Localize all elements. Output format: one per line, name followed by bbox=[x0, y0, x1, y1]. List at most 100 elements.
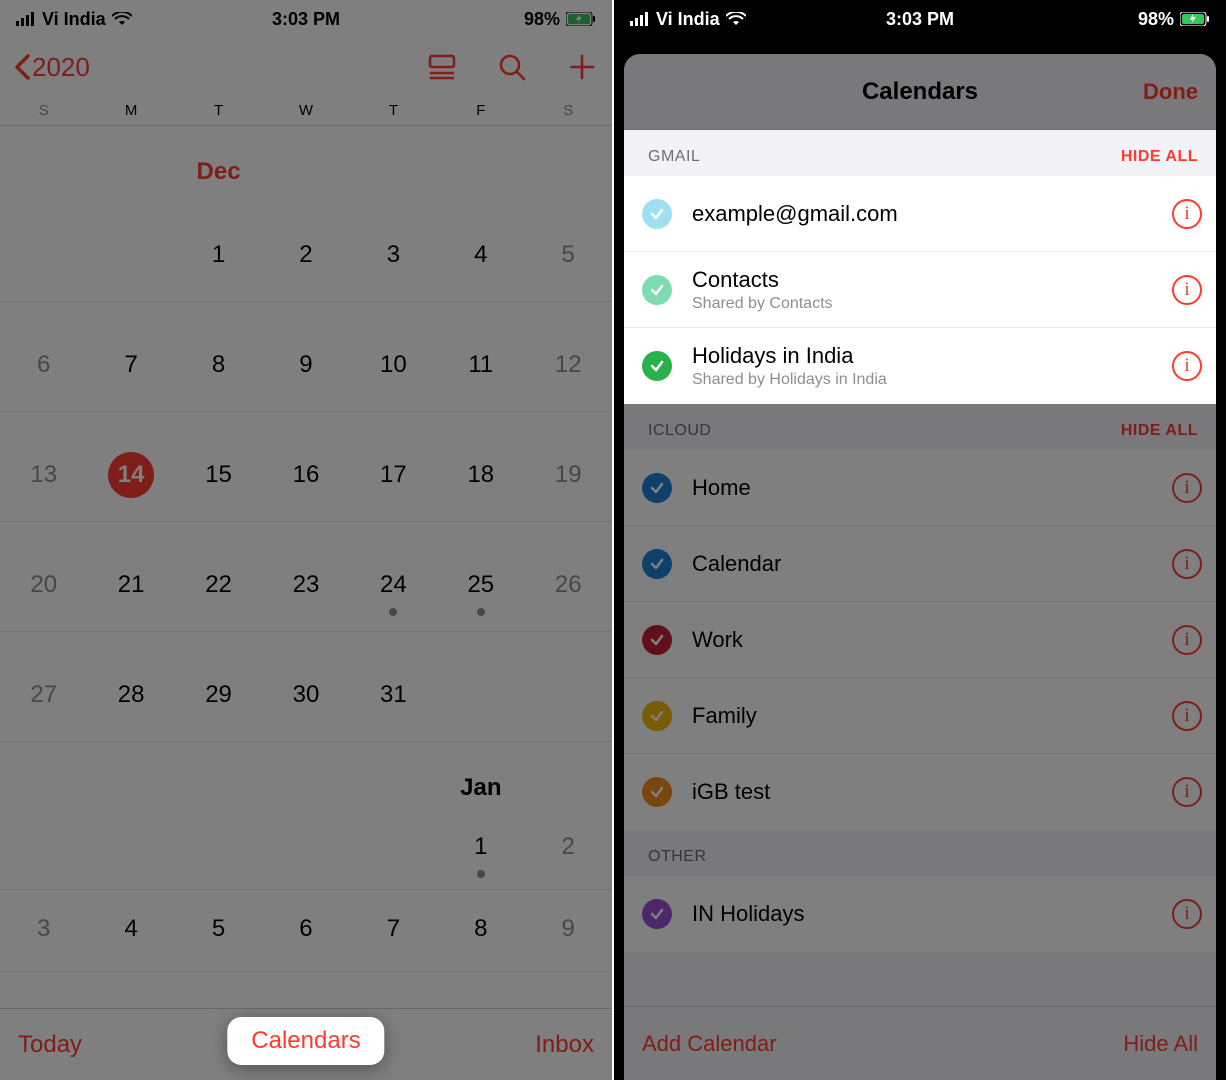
weekday-label: T bbox=[175, 96, 262, 125]
info-icon[interactable]: i bbox=[1172, 199, 1202, 229]
calendar-name: Calendar bbox=[692, 551, 1172, 577]
day-cell[interactable]: 5 bbox=[175, 890, 262, 952]
today-button[interactable]: Today bbox=[18, 1031, 82, 1059]
phone-left-calendar: Vi India 3:03 PM 98% 2020 SMTWTFS Dec 12… bbox=[0, 0, 614, 1080]
info-icon[interactable]: i bbox=[1172, 777, 1202, 807]
info-icon[interactable]: i bbox=[1172, 549, 1202, 579]
info-icon[interactable]: i bbox=[1172, 473, 1202, 503]
day-cell[interactable]: 28 bbox=[87, 656, 174, 718]
clock-time: 3:03 PM bbox=[614, 9, 1226, 30]
event-dot-icon bbox=[477, 870, 485, 878]
weekday-label: M bbox=[87, 96, 174, 125]
day-cell[interactable]: 24 bbox=[350, 546, 437, 608]
hide-all-section-button[interactable]: HIDE ALL bbox=[1121, 148, 1198, 166]
day-cell bbox=[0, 808, 87, 824]
section-title: OTHER bbox=[648, 848, 707, 866]
info-icon[interactable]: i bbox=[1172, 701, 1202, 731]
day-cell[interactable]: 6 bbox=[262, 890, 349, 952]
day-cell[interactable]: 29 bbox=[175, 656, 262, 718]
calendar-item[interactable]: Holidays in IndiaShared by Holidays in I… bbox=[624, 328, 1216, 404]
hide-all-button[interactable]: Hide All bbox=[1123, 1031, 1198, 1057]
day-cell bbox=[350, 808, 437, 824]
day-cell[interactable]: 14 bbox=[87, 436, 174, 498]
hide-all-section-button[interactable]: HIDE ALL bbox=[1121, 422, 1198, 440]
calendars-button[interactable]: Calendars bbox=[227, 1017, 384, 1065]
info-icon[interactable]: i bbox=[1172, 625, 1202, 655]
calendar-name: Holidays in India bbox=[692, 343, 1172, 369]
day-cell[interactable]: 3 bbox=[0, 890, 87, 952]
day-cell[interactable]: 19 bbox=[525, 436, 612, 498]
checkmark-icon bbox=[642, 275, 672, 305]
calendar-item[interactable]: example@gmail.comi bbox=[624, 176, 1216, 252]
day-cell[interactable]: 22 bbox=[175, 546, 262, 608]
event-dot-icon bbox=[477, 608, 485, 616]
search-icon[interactable] bbox=[496, 51, 528, 83]
day-cell[interactable]: 2 bbox=[525, 808, 612, 870]
day-cell[interactable]: 1 bbox=[437, 808, 524, 870]
calendar-name: Home bbox=[692, 475, 1172, 501]
checkmark-icon bbox=[642, 625, 672, 655]
section-title: GMAIL bbox=[648, 148, 700, 166]
checkmark-icon bbox=[642, 351, 672, 381]
day-cell[interactable]: 6 bbox=[0, 326, 87, 388]
info-icon[interactable]: i bbox=[1172, 351, 1202, 381]
add-icon[interactable] bbox=[566, 51, 598, 83]
day-cell[interactable]: 2 bbox=[262, 216, 349, 278]
day-cell[interactable]: 1 bbox=[175, 216, 262, 278]
day-cell[interactable]: 8 bbox=[437, 890, 524, 952]
calendars-sheet: Calendars Done GMAIL HIDE ALL example@gmai… bbox=[624, 54, 1216, 1080]
day-cell[interactable]: 15 bbox=[175, 436, 262, 498]
day-cell[interactable]: 7 bbox=[87, 326, 174, 388]
day-cell[interactable]: 21 bbox=[87, 546, 174, 608]
list-view-icon[interactable] bbox=[426, 51, 458, 83]
calendar-item[interactable]: Worki bbox=[624, 602, 1216, 678]
day-cell[interactable]: 25 bbox=[437, 546, 524, 608]
calendar-name: example@gmail.com bbox=[692, 201, 1172, 227]
sheet-title: Calendars bbox=[862, 78, 978, 106]
weekday-label: W bbox=[262, 96, 349, 125]
day-cell[interactable]: 31 bbox=[350, 656, 437, 718]
day-cell[interactable]: 18 bbox=[437, 436, 524, 498]
add-calendar-button[interactable]: Add Calendar bbox=[642, 1031, 777, 1057]
day-cell[interactable]: 7 bbox=[350, 890, 437, 952]
day-cell[interactable]: 17 bbox=[350, 436, 437, 498]
checkmark-icon bbox=[642, 701, 672, 731]
section-header-other: OTHER bbox=[624, 830, 1216, 876]
info-icon[interactable]: i bbox=[1172, 275, 1202, 305]
checkmark-icon bbox=[642, 199, 672, 229]
calendar-subtitle: Shared by Contacts bbox=[692, 295, 1172, 313]
day-cell[interactable]: 27 bbox=[0, 656, 87, 718]
calendar-item[interactable]: Familyi bbox=[624, 678, 1216, 754]
day-cell[interactable]: 13 bbox=[0, 436, 87, 498]
day-cell[interactable]: 9 bbox=[262, 326, 349, 388]
day-cell[interactable]: 30 bbox=[262, 656, 349, 718]
day-cell[interactable]: 10 bbox=[350, 326, 437, 388]
day-cell bbox=[175, 808, 262, 824]
section-header-icloud: ICLOUDHIDE ALL bbox=[624, 404, 1216, 450]
calendar-name: iGB test bbox=[692, 779, 1172, 805]
calendar-item[interactable]: Homei bbox=[624, 450, 1216, 526]
day-cell[interactable]: 3 bbox=[350, 216, 437, 278]
back-button[interactable]: 2020 bbox=[14, 52, 90, 83]
day-cell[interactable]: 9 bbox=[525, 890, 612, 952]
calendar-item[interactable]: IN Holidaysi bbox=[624, 876, 1216, 952]
inbox-button[interactable]: Inbox bbox=[535, 1031, 594, 1059]
day-cell[interactable]: 8 bbox=[175, 326, 262, 388]
day-cell[interactable]: 20 bbox=[0, 546, 87, 608]
calendar-item[interactable]: ContactsShared by Contactsi bbox=[624, 252, 1216, 328]
sheet-bottom-bar: Add Calendar Hide All bbox=[624, 1006, 1216, 1080]
weekday-label: T bbox=[350, 96, 437, 125]
day-cell[interactable]: 26 bbox=[525, 546, 612, 608]
info-icon[interactable]: i bbox=[1172, 899, 1202, 929]
day-cell[interactable]: 4 bbox=[437, 216, 524, 278]
done-button[interactable]: Done bbox=[1143, 79, 1198, 105]
checkmark-icon bbox=[642, 549, 672, 579]
day-cell[interactable]: 5 bbox=[525, 216, 612, 278]
calendar-item[interactable]: iGB testi bbox=[624, 754, 1216, 830]
day-cell[interactable]: 4 bbox=[87, 890, 174, 952]
calendar-item[interactable]: Calendari bbox=[624, 526, 1216, 602]
day-cell[interactable]: 12 bbox=[525, 326, 612, 388]
day-cell[interactable]: 11 bbox=[437, 326, 524, 388]
day-cell[interactable]: 16 bbox=[262, 436, 349, 498]
day-cell[interactable]: 23 bbox=[262, 546, 349, 608]
